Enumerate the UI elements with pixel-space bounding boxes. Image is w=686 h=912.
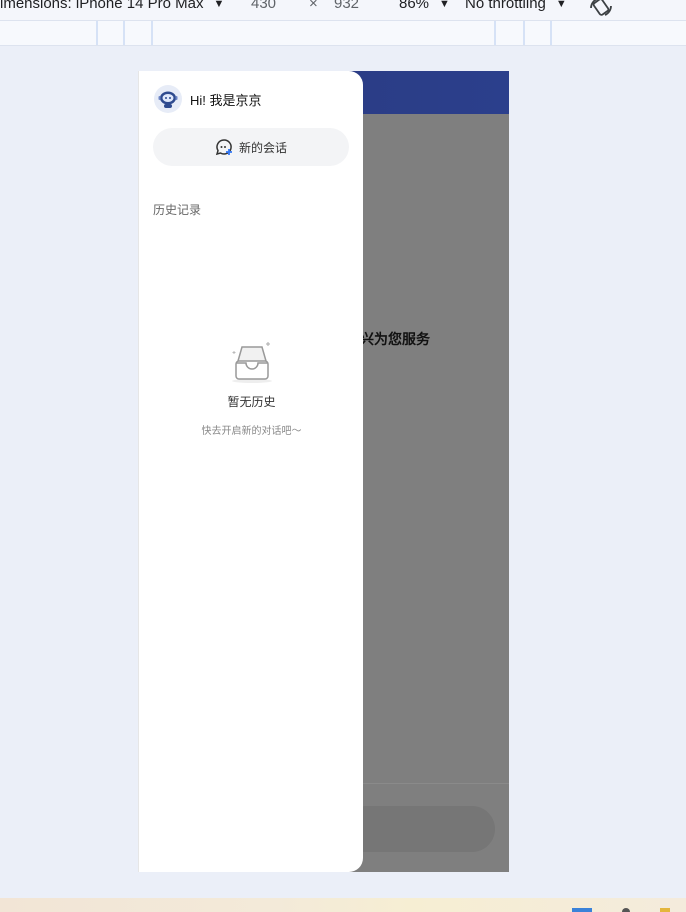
ruler-tick: [523, 21, 525, 45]
chevron-down-icon: ▼: [439, 0, 450, 10]
new-chat-label: 新的会话: [238, 140, 287, 155]
ruler-tick: [550, 21, 552, 45]
device-ruler: [0, 20, 686, 46]
ruler-tick: [96, 21, 98, 45]
device-dimensions-label: imensions: iPhone 14 Pro Max: [0, 0, 204, 12]
new-chat-icon: [215, 139, 232, 156]
history-section-title: 历史记录: [153, 203, 202, 217]
rotate-device-icon[interactable]: [588, 0, 614, 20]
greeting-text: Hi! 我是京京: [190, 92, 262, 108]
width-value: 430: [251, 0, 277, 12]
chevron-down-icon: ▼: [555, 0, 567, 10]
empty-title: 暂无历史: [227, 395, 276, 409]
times-separator: ×: [309, 0, 318, 12]
drawer-header: Hi! 我是京京: [154, 85, 262, 113]
ruler-tick: [151, 21, 153, 45]
empty-subtitle: 快去开启新的对话吧～: [201, 426, 302, 437]
device-dimensions-select[interactable]: imensions: iPhone 14 Pro Max ▼: [0, 0, 224, 12]
throttling-value: No throttling: [465, 0, 546, 12]
folder-icon[interactable]: [660, 908, 670, 912]
height-value: 932: [334, 0, 360, 12]
chat-input[interactable]: [343, 806, 495, 852]
search-icon[interactable]: [622, 908, 630, 912]
throttling-select[interactable]: No throttling ▼: [465, 0, 567, 12]
new-chat-button[interactable]: 新的会话: [153, 128, 349, 166]
welcome-text: 兴为您服务: [360, 331, 430, 347]
empty-state: 暂无历史 快去开启新的对话吧～: [139, 339, 364, 437]
zoom-value: 86%: [399, 0, 430, 12]
history-drawer: Hi! 我是京京 新的会话 历史记录 暂无历史 快去开启新的对话吧～: [138, 71, 363, 872]
ruler-tick: [494, 21, 496, 45]
chevron-down-icon: ▼: [213, 0, 225, 10]
ruler-tick: [123, 21, 125, 45]
zoom-select[interactable]: 86% ▼: [399, 0, 450, 12]
empty-inbox-icon: [231, 342, 272, 383]
width-input[interactable]: 430: [251, 0, 276, 12]
os-taskbar: [0, 898, 686, 912]
windows-start-icon[interactable]: [572, 908, 592, 912]
times-icon: ×: [309, 0, 318, 12]
robot-avatar-icon: [154, 85, 182, 113]
height-input[interactable]: 932: [334, 0, 359, 12]
devtools-toolbar: imensions: iPhone 14 Pro Max ▼ 430 × 932…: [0, 0, 686, 20]
